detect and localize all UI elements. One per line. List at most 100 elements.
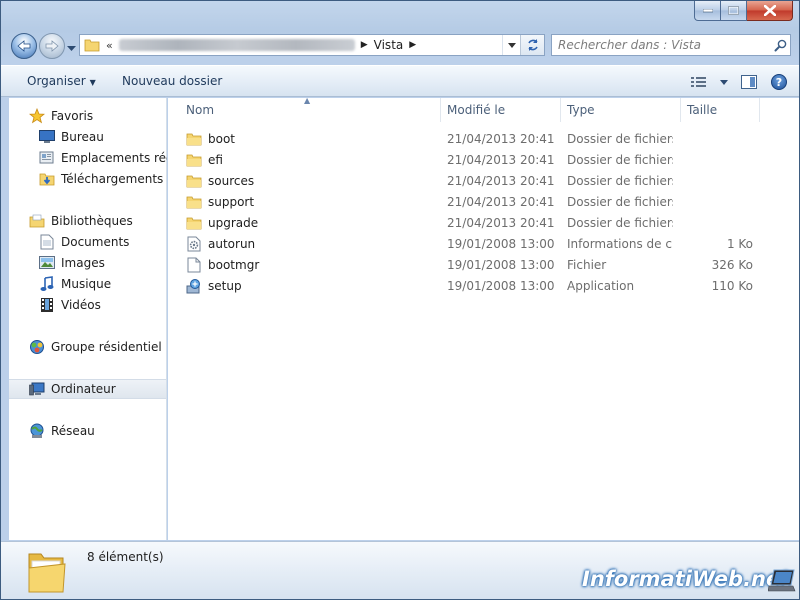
file-name: efi — [208, 152, 223, 167]
address-blurred-path — [118, 39, 355, 51]
chevron-down-icon: ▼ — [89, 78, 96, 87]
sidebar-item-network[interactable]: Réseau — [9, 421, 167, 441]
file-row[interactable]: support 21/04/2013 20:41 Dossier de fich… — [168, 191, 799, 212]
sidebar-item-libraries[interactable]: Bibliothèques — [9, 211, 167, 231]
file-size — [680, 128, 753, 149]
sidebar-item-label: Ordinateur — [51, 382, 116, 396]
file-row[interactable]: efi 21/04/2013 20:41 Dossier de fichiers — [168, 149, 799, 170]
file-modified: 21/04/2013 20:41 — [447, 194, 555, 209]
search-icon[interactable] — [770, 39, 790, 52]
column-header-modified[interactable]: Modifié le — [441, 98, 561, 122]
breadcrumb-arrow-icon[interactable]: ▶ — [409, 40, 416, 50]
new-folder-button[interactable]: Nouveau dossier — [122, 74, 222, 88]
file-type: Dossier de fichiers — [567, 131, 673, 146]
back-button[interactable] — [11, 33, 37, 59]
file-modified: 21/04/2013 20:41 — [447, 215, 555, 230]
file-name: bootmgr — [208, 257, 260, 272]
file-list: ▲ Nom Modifié le Type Taille boot 21/04/… — [168, 96, 799, 540]
sidebar-item-label: Documents — [61, 235, 130, 249]
folder-icon — [186, 194, 202, 210]
file-row[interactable]: boot 21/04/2013 20:41 Dossier de fichier… — [168, 128, 799, 149]
search-box[interactable]: Rechercher dans : Vista — [551, 34, 791, 56]
forward-button[interactable] — [39, 33, 65, 59]
sidebar-item-desktop[interactable]: Bureau — [9, 127, 167, 147]
file-modified: 19/01/2008 13:00 — [447, 257, 555, 272]
sidebar-item-label: Images — [61, 256, 105, 270]
file-name: boot — [208, 131, 236, 146]
navigation-pane: Favoris Bureau Emplacements récen Téléch… — [9, 98, 167, 540]
address-overflow-chevron[interactable]: « — [106, 39, 113, 52]
file-type: Dossier de fichiers — [567, 194, 673, 209]
laptop-logo-icon — [767, 568, 796, 597]
sidebar-item-documents[interactable]: Documents — [9, 232, 167, 252]
arrow-left-icon — [17, 40, 31, 52]
sidebar-item-label: Téléchargements — [61, 172, 164, 186]
organiser-label: Organiser — [27, 74, 86, 88]
search-input[interactable]: Rechercher dans : Vista — [558, 38, 770, 52]
folder-icon — [186, 131, 202, 147]
sidebar-item-music[interactable]: Musique — [9, 274, 167, 294]
file-size — [680, 191, 753, 212]
preview-pane-button[interactable] — [739, 72, 759, 92]
sidebar-item-homegroup[interactable]: Groupe résidentiel — [9, 337, 167, 357]
view-details-icon — [691, 77, 706, 87]
file-row[interactable]: upgrade 21/04/2013 20:41 Dossier de fich… — [168, 212, 799, 233]
breadcrumb-arrow-icon[interactable]: ▶ — [361, 40, 368, 50]
file-icon — [186, 257, 202, 273]
sidebar-item-favorites[interactable]: Favoris — [9, 106, 167, 126]
sidebar-item-videos[interactable]: Vidéos — [9, 295, 167, 315]
recent-pages-button[interactable] — [67, 41, 76, 55]
downloads-icon — [39, 171, 55, 187]
breadcrumb-vista[interactable]: Vista — [374, 38, 404, 52]
address-bar[interactable]: « ▶ Vista ▶ — [79, 34, 545, 56]
file-type: Informations de c... — [567, 236, 673, 251]
command-bar: Organiser ▼ Nouveau dossier ? — [1, 65, 799, 97]
folder-icon — [186, 173, 202, 189]
sidebar-item-computer[interactable]: Ordinateur — [9, 379, 166, 399]
star-icon — [29, 108, 45, 124]
column-header-size[interactable]: Taille — [681, 98, 760, 122]
preview-pane-icon — [741, 75, 757, 89]
file-modified: 21/04/2013 20:41 — [447, 131, 555, 146]
refresh-icon — [527, 39, 538, 51]
network-icon — [29, 423, 45, 439]
maximize-button[interactable] — [721, 1, 747, 21]
recent-places-icon — [39, 150, 55, 166]
view-options-dropdown[interactable] — [719, 72, 729, 92]
sidebar-item-pictures[interactable]: Images — [9, 253, 167, 273]
folder-icon — [186, 152, 202, 168]
sidebar-item-label: Groupe résidentiel — [51, 340, 162, 354]
file-modified: 19/01/2008 13:00 — [447, 236, 555, 251]
file-type: Dossier de fichiers — [567, 152, 673, 167]
organiser-button[interactable]: Organiser ▼ — [27, 74, 96, 88]
file-type: Dossier de fichiers — [567, 215, 673, 230]
music-icon — [39, 276, 55, 292]
file-row[interactable]: setup 19/01/2008 13:00 Application 110 K… — [168, 275, 799, 296]
sidebar-item-downloads[interactable]: Téléchargements — [9, 169, 167, 189]
homegroup-icon — [29, 339, 45, 355]
file-size: 110 Ko — [711, 278, 753, 293]
sidebar-item-recent-places[interactable]: Emplacements récen — [9, 148, 167, 168]
maximize-icon — [728, 6, 739, 15]
sidebar-item-label: Bibliothèques — [51, 214, 133, 228]
setup-app-icon — [186, 278, 202, 294]
refresh-button[interactable] — [520, 35, 544, 55]
file-row[interactable]: autorun 19/01/2008 13:00 Informations de… — [168, 233, 799, 254]
sidebar-item-label: Favoris — [51, 109, 94, 123]
close-button[interactable] — [747, 1, 793, 21]
file-row[interactable]: bootmgr 19/01/2008 13:00 Fichier 326 Ko — [168, 254, 799, 275]
column-header-name[interactable]: Nom — [180, 98, 441, 122]
change-view-button[interactable] — [689, 72, 709, 92]
file-name: sources — [208, 173, 255, 188]
file-row[interactable]: sources 21/04/2013 20:41 Dossier de fich… — [168, 170, 799, 191]
help-button[interactable]: ? — [769, 72, 789, 92]
file-size — [680, 170, 753, 191]
libraries-icon — [29, 213, 45, 229]
minimize-button[interactable] — [694, 1, 721, 21]
window-controls — [694, 1, 793, 21]
setup-info-icon — [186, 236, 202, 252]
pictures-icon — [39, 255, 55, 271]
address-dropdown-button[interactable] — [502, 35, 520, 55]
navigation-bar: « ▶ Vista ▶ Rechercher dans : Vista — [1, 29, 799, 63]
column-header-type[interactable]: Type — [561, 98, 681, 122]
